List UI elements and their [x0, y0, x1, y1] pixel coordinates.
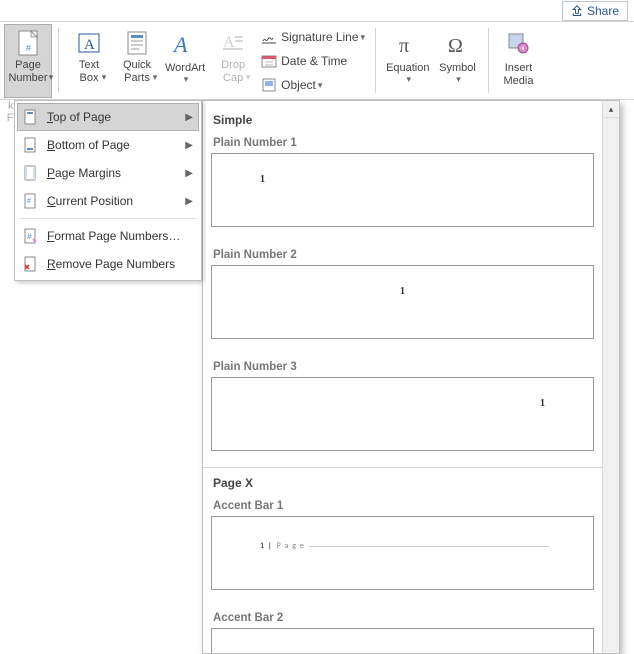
- chevron-down-icon: ▾: [456, 74, 461, 85]
- menu-current-label: Current Position: [47, 194, 177, 208]
- insert-media-button[interactable]: Insert Media: [495, 24, 543, 98]
- menu-remove-label: Remove Page Numbers: [47, 257, 193, 271]
- signature-line-button[interactable]: Signature Line ▾: [257, 26, 369, 48]
- menu-page-margins[interactable]: Page Margins ▶: [17, 159, 199, 187]
- chevron-down-icon: ▾: [153, 72, 158, 83]
- gallery-item-preview[interactable]: 1: [211, 153, 594, 227]
- gallery-item-preview[interactable]: 1 |P a g e: [211, 516, 594, 590]
- menu-format-label: Format Page Numbers…: [47, 229, 193, 243]
- menu-current-position[interactable]: # Current Position ▶: [17, 187, 199, 215]
- insert-media-icon: [503, 28, 535, 60]
- remove-page-numbers-icon: [21, 255, 39, 273]
- gallery-section-heading: Simple: [211, 105, 594, 131]
- equation-icon: π: [392, 28, 424, 60]
- svg-text:#: #: [27, 232, 32, 241]
- gallery-section-heading: Page X: [211, 468, 594, 494]
- top-of-page-icon: [21, 108, 39, 126]
- gallery-item-label: Plain Number 1: [211, 131, 594, 153]
- signature-line-label: Signature Line: [281, 31, 358, 44]
- submenu-arrow-icon: ▶: [185, 140, 193, 151]
- submenu-arrow-icon: ▶: [185, 196, 193, 207]
- page-number-gallery: SimplePlain Number 1 1 Plain Number 2 1 Plai…: [202, 100, 620, 654]
- page-number-menu: Top of Page ▶ Bottom of Page ▶ Page Marg…: [14, 100, 202, 281]
- scroll-up-button[interactable]: ▴: [603, 101, 619, 118]
- menu-top-label: Top of Page: [47, 110, 177, 124]
- gallery-item-label: Plain Number 2: [211, 243, 594, 265]
- chevron-down-icon: ▾: [102, 72, 107, 83]
- submenu-arrow-icon: ▶: [185, 168, 193, 179]
- object-label: Object: [281, 79, 316, 92]
- drop-cap-button: A Drop Cap ▾: [209, 24, 257, 98]
- truncated-ribbon-text: k F: [0, 100, 14, 124]
- preview-accent-bar: 1 |P a g e: [260, 541, 549, 551]
- page-number-label: Page Number: [8, 59, 47, 85]
- menu-top-of-page[interactable]: Top of Page ▶: [17, 103, 199, 131]
- chevron-down-icon: ▾: [49, 72, 54, 83]
- page-number-icon: #: [12, 28, 44, 57]
- text-box-label: Text Box: [79, 59, 99, 85]
- chevron-down-icon: ▾: [246, 72, 251, 83]
- bottom-of-page-icon: [21, 136, 39, 154]
- menu-margins-label: Page Margins: [47, 166, 177, 180]
- drop-cap-label: Drop Cap: [221, 59, 245, 85]
- symbol-button[interactable]: Ω Symbol ▾: [434, 24, 482, 98]
- date-time-label: Date & Time: [281, 55, 347, 68]
- svg-text:A: A: [84, 37, 95, 53]
- quick-parts-button[interactable]: Quick Parts ▾: [113, 24, 161, 98]
- preview-page-number: 1: [540, 398, 545, 409]
- menu-bottom-of-page[interactable]: Bottom of Page ▶: [17, 131, 199, 159]
- wordart-button[interactable]: A WordArt ▾: [161, 24, 209, 98]
- object-icon: [261, 77, 277, 93]
- share-label: Share: [587, 4, 619, 18]
- drop-cap-icon: A: [217, 28, 249, 57]
- text-box-icon: A: [73, 28, 105, 57]
- wordart-icon: A: [169, 28, 201, 60]
- date-time-button[interactable]: Date & Time: [257, 50, 369, 72]
- svg-text:π: π: [399, 34, 409, 57]
- gallery-item-label: Plain Number 3: [211, 355, 594, 377]
- gallery-scrollbar[interactable]: ▴: [602, 101, 619, 653]
- svg-text:A: A: [172, 32, 188, 57]
- current-position-icon: #: [21, 192, 39, 210]
- gallery-item-preview[interactable]: 1: [211, 265, 594, 339]
- quick-parts-icon: [121, 28, 153, 57]
- text-box-button[interactable]: A Text Box ▾: [65, 24, 113, 98]
- svg-text:#: #: [27, 198, 31, 205]
- date-time-icon: [261, 53, 277, 69]
- share-button[interactable]: Share: [562, 1, 628, 21]
- chevron-down-icon: ▾: [407, 74, 412, 85]
- insert-media-label: Insert Media: [504, 62, 534, 88]
- preview-page-number: 1: [400, 286, 405, 297]
- signature-line-icon: [261, 29, 277, 45]
- format-page-numbers-icon: #: [21, 227, 39, 245]
- menu-remove-page-numbers[interactable]: Remove Page Numbers: [17, 250, 199, 278]
- share-icon: [571, 5, 583, 17]
- gallery-item-label: Accent Bar 1: [211, 494, 594, 516]
- page-margins-icon: [21, 164, 39, 182]
- quick-parts-label: Quick Parts: [123, 59, 151, 85]
- submenu-arrow-icon: ▶: [185, 112, 193, 123]
- object-button[interactable]: Object ▾: [257, 74, 369, 96]
- chevron-down-icon: ▾: [184, 74, 189, 85]
- menu-format-page-numbers[interactable]: # Format Page Numbers…: [17, 222, 199, 250]
- gallery-item-preview[interactable]: 1: [211, 377, 594, 451]
- equation-button[interactable]: π Equation ▾: [382, 24, 433, 98]
- page-number-button[interactable]: # Page Number ▾: [4, 24, 52, 98]
- svg-text:Ω: Ω: [448, 34, 463, 57]
- chevron-down-icon: ▾: [361, 32, 366, 43]
- svg-text:#: #: [26, 43, 31, 53]
- menu-bottom-label: Bottom of Page: [47, 138, 177, 152]
- menu-separator: [19, 218, 197, 219]
- symbol-icon: Ω: [442, 28, 474, 60]
- chevron-down-icon: ▾: [318, 80, 323, 91]
- gallery-item-preview[interactable]: P a g e| 1: [211, 628, 594, 653]
- preview-page-number: 1: [260, 174, 265, 185]
- gallery-item-label: Accent Bar 2: [211, 606, 594, 628]
